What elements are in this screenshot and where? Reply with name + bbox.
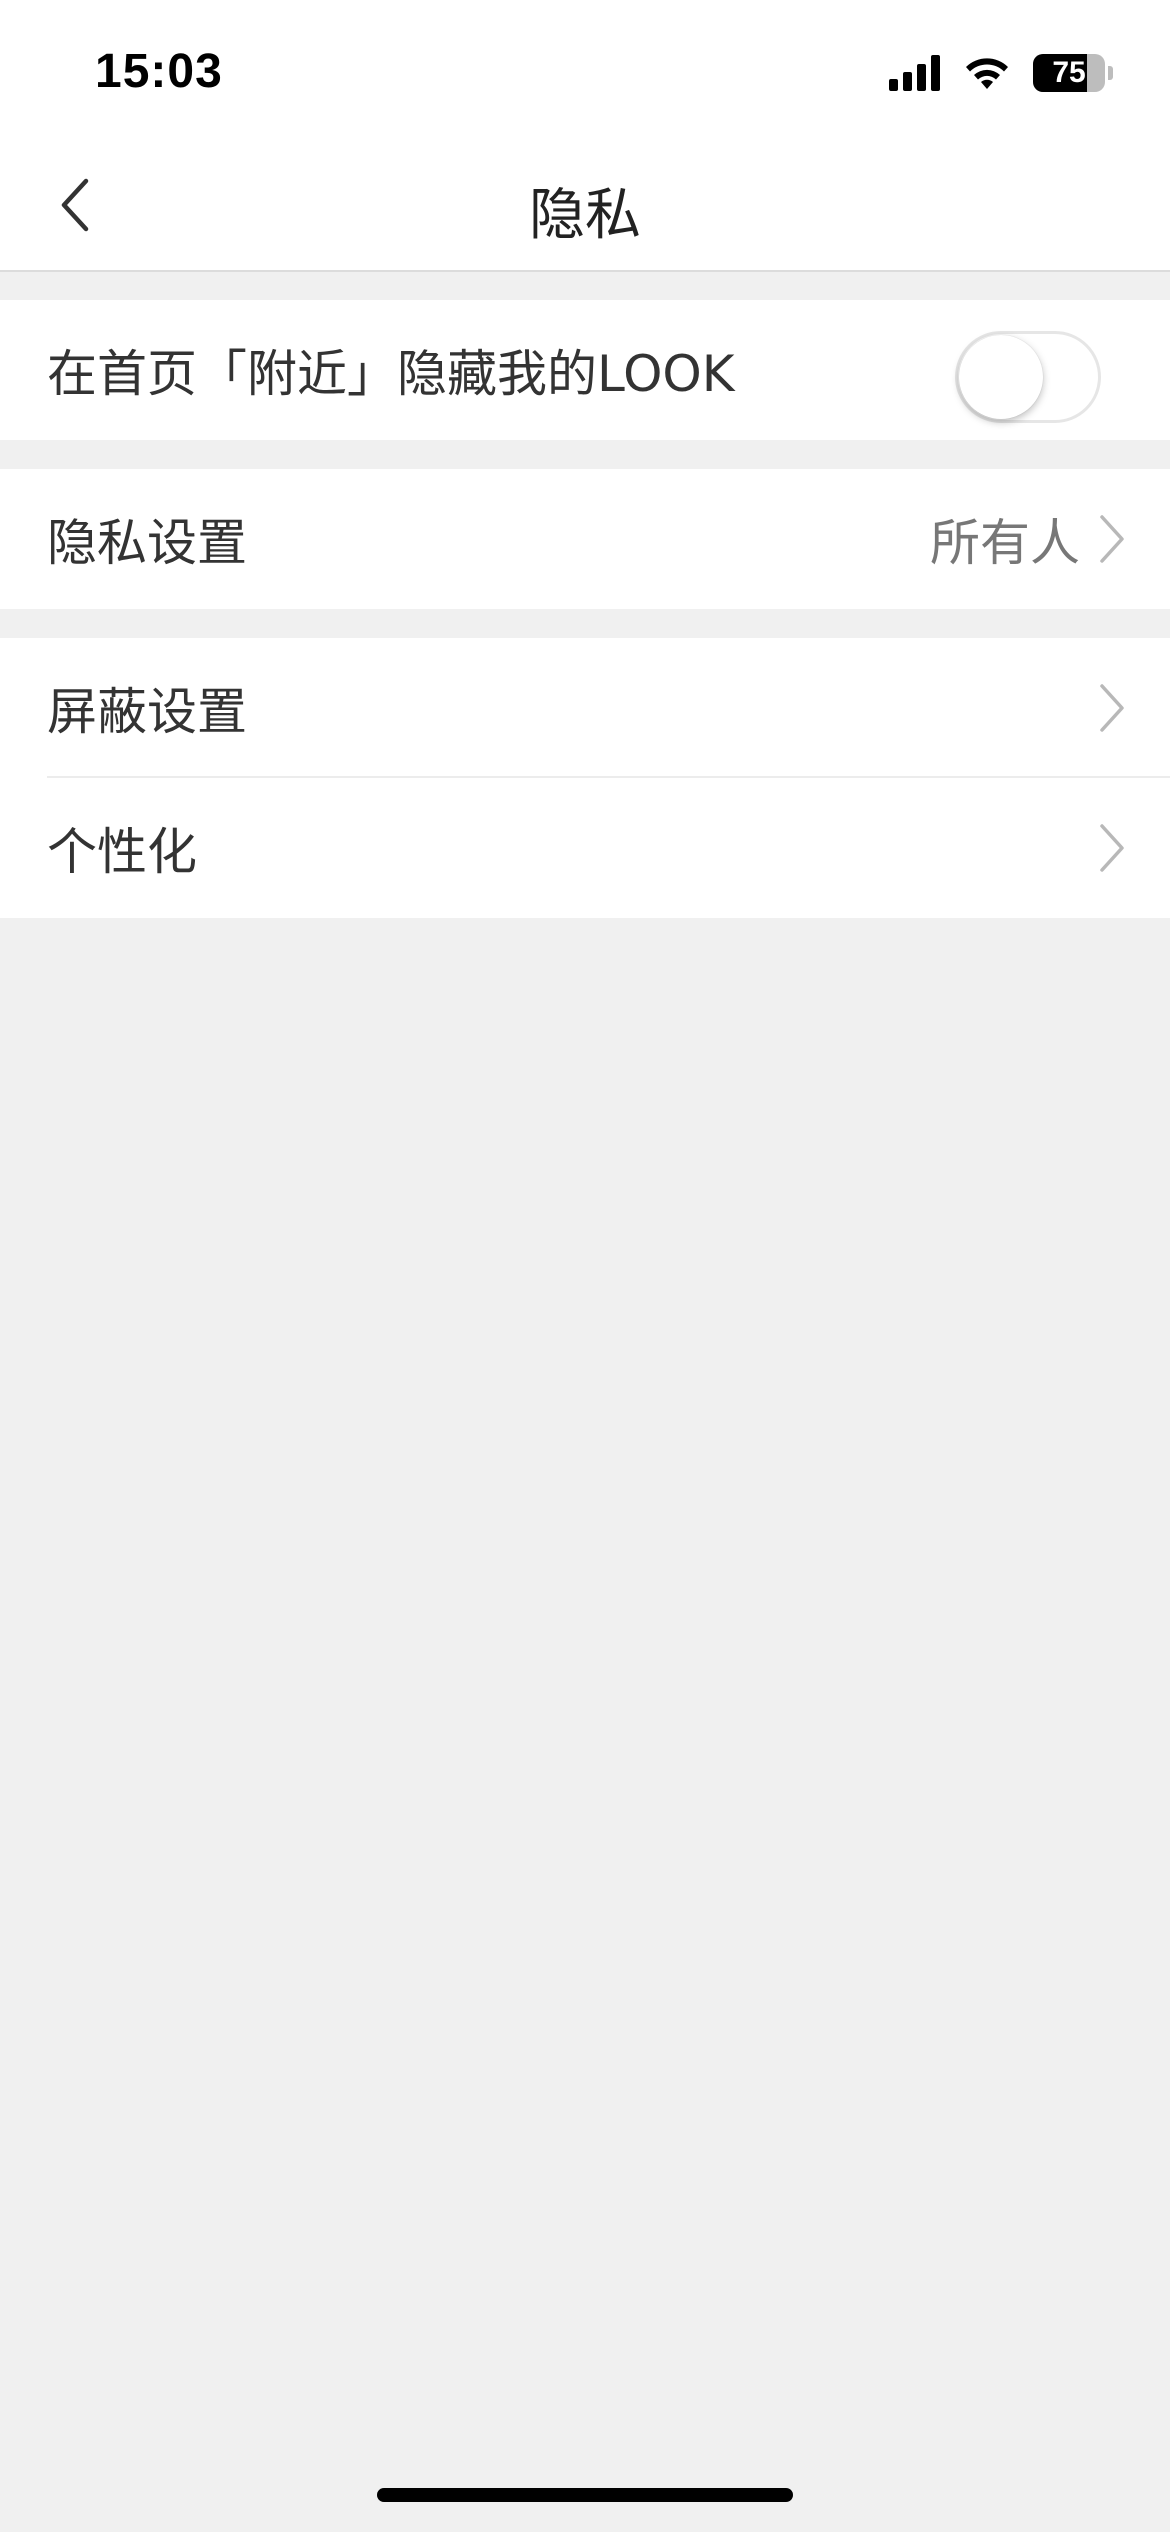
status-time: 15:03 [95,45,223,98]
privacy-settings-label: 隐私设置 [47,514,247,572]
settings-group-more: 屏蔽设置 个性化 [0,638,1170,918]
hide-nearby-toggle[interactable] [955,331,1101,423]
chevron-right-icon [1100,684,1124,732]
home-indicator[interactable] [377,2488,793,2502]
battery-icon: 75 [1033,54,1105,92]
page-title: 隐私 [529,183,641,248]
settings-group-privacy: 隐私设置 所有人 [0,469,1170,609]
chevron-right-icon [1100,824,1124,872]
personalization-label: 个性化 [47,823,197,881]
status-icons: 75 [889,54,1113,92]
block-settings-row[interactable]: 屏蔽设置 [0,638,1170,778]
hide-nearby-row: 在首页「附近」隐藏我的LOOK [0,300,1170,440]
privacy-settings-row[interactable]: 隐私设置 所有人 [0,469,1170,609]
block-settings-label: 屏蔽设置 [47,683,247,741]
cellular-signal-icon [889,55,940,91]
hide-nearby-label: 在首页「附近」隐藏我的LOOK [47,345,735,403]
settings-group-nearby: 在首页「附近」隐藏我的LOOK [0,300,1170,440]
nav-bar: 隐私 [0,140,1170,272]
chevron-right-icon [1100,515,1124,563]
privacy-settings-value: 所有人 [930,514,1080,572]
battery-cap [1108,66,1113,80]
toggle-knob [959,335,1043,419]
wifi-icon [966,58,1008,89]
battery-level: 75 [1052,56,1086,89]
personalization-row[interactable]: 个性化 [0,778,1170,918]
status-bar: 15:03 75 [0,0,1170,140]
